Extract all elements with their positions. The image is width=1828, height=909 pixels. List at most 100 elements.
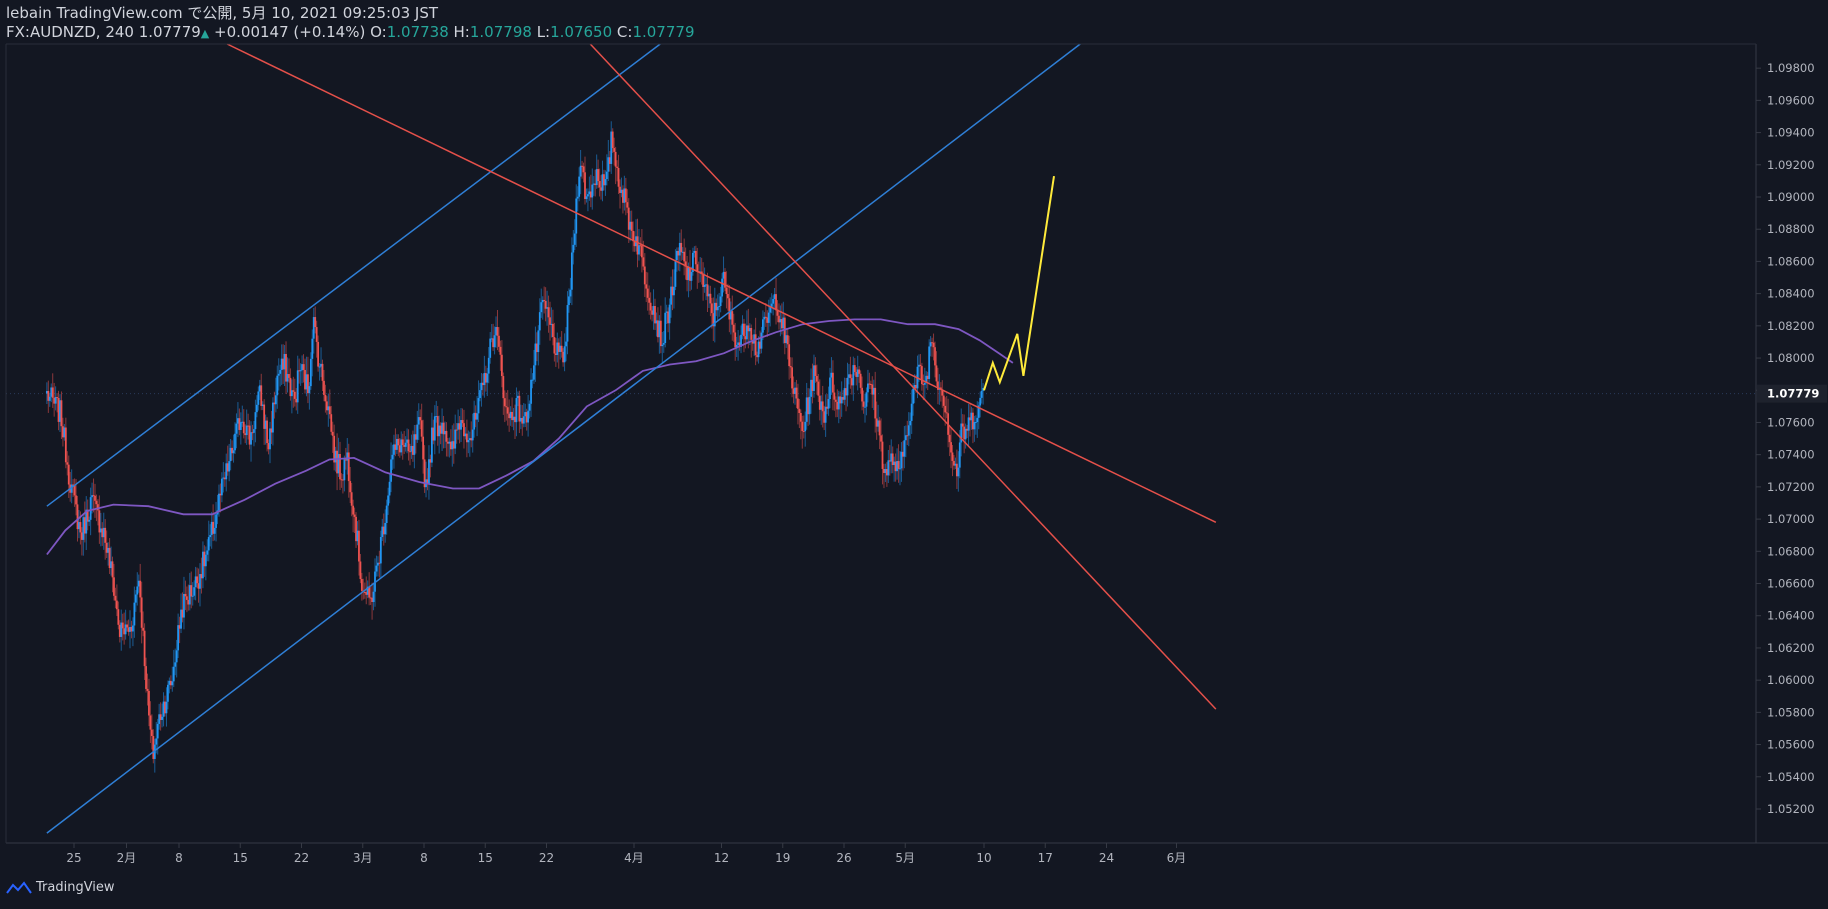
candle-body bbox=[193, 587, 196, 596]
channel-line-blue[interactable] bbox=[46, 43, 661, 507]
candle-body bbox=[743, 323, 745, 337]
candle-body bbox=[980, 390, 983, 398]
channel-line-red[interactable] bbox=[226, 43, 1217, 523]
channel-line-blue[interactable] bbox=[46, 43, 1081, 834]
candle-body bbox=[48, 396, 51, 401]
candle-body bbox=[296, 370, 299, 403]
candle-body bbox=[148, 690, 150, 716]
candle-body bbox=[547, 307, 550, 318]
candle-body bbox=[324, 394, 327, 402]
candle-body bbox=[614, 151, 617, 167]
x-tick-label: 15 bbox=[478, 851, 493, 865]
candle-body bbox=[156, 723, 159, 739]
candle-body bbox=[950, 442, 952, 453]
candle-body bbox=[343, 459, 346, 481]
candle-body bbox=[538, 312, 541, 331]
candle-body bbox=[97, 504, 99, 511]
candle-body bbox=[598, 181, 601, 188]
candle-body bbox=[527, 410, 530, 423]
chart-header: lebain TradingView.com で公開, 5月 10, 2021 … bbox=[6, 4, 694, 43]
y-tick-label: 1.08600 bbox=[1767, 254, 1815, 268]
candle-body bbox=[649, 302, 652, 311]
candle-body bbox=[317, 341, 320, 367]
y-tick-label: 1.08200 bbox=[1767, 319, 1815, 333]
candle-body bbox=[570, 252, 573, 290]
candle-body bbox=[66, 462, 69, 465]
candle-body bbox=[694, 250, 697, 265]
candle-body bbox=[88, 519, 91, 522]
y-tick-label: 1.07400 bbox=[1767, 448, 1815, 462]
candle-body bbox=[60, 400, 63, 427]
candle-body bbox=[725, 287, 728, 295]
candle-body bbox=[804, 421, 807, 432]
candle-body bbox=[215, 514, 217, 528]
candle-body bbox=[553, 337, 556, 354]
candle-body bbox=[204, 554, 207, 567]
y-tick-label: 1.05800 bbox=[1767, 705, 1815, 719]
candle-body bbox=[668, 304, 671, 324]
candle-body bbox=[161, 716, 163, 720]
candle-body bbox=[228, 461, 231, 472]
candle-body bbox=[250, 432, 252, 445]
candle-body bbox=[330, 414, 333, 432]
candle-body bbox=[94, 495, 96, 501]
projection-path[interactable] bbox=[983, 175, 1055, 391]
candle-body bbox=[288, 374, 290, 378]
y-tick-label: 1.05400 bbox=[1767, 770, 1815, 784]
candle-body bbox=[358, 530, 360, 562]
candle-body bbox=[390, 459, 392, 482]
candle-body bbox=[973, 422, 976, 430]
y-tick-label: 1.08800 bbox=[1767, 222, 1815, 236]
axes-layer: 1.05200 1.05400 1.05600 1.05800 1.06000 1.062… bbox=[5, 43, 1828, 865]
x-tick-label: 15 bbox=[233, 851, 248, 865]
price-chart[interactable]: 1.05200 1.05400 1.05600 1.05800 1.06000 1.062… bbox=[0, 0, 1828, 909]
candle-body bbox=[919, 364, 922, 367]
last-price: 1.07779 bbox=[138, 23, 201, 41]
y-tick-label: 1.09600 bbox=[1767, 93, 1815, 107]
candle-body bbox=[815, 375, 818, 382]
candle-body bbox=[530, 379, 532, 404]
candle-body bbox=[680, 242, 683, 253]
candle-body bbox=[115, 600, 118, 610]
candle-body bbox=[957, 467, 960, 477]
y-tick-label: 1.09200 bbox=[1767, 158, 1815, 172]
candle-body bbox=[597, 169, 600, 182]
y-tick-label: 1.05200 bbox=[1767, 802, 1815, 816]
candle-body bbox=[716, 306, 719, 311]
candle-body bbox=[207, 537, 210, 551]
candle-body bbox=[489, 338, 492, 358]
candle-body bbox=[499, 346, 502, 355]
candle-body bbox=[314, 317, 317, 328]
candle-body bbox=[387, 495, 390, 506]
candle-body bbox=[673, 286, 675, 296]
candle-body bbox=[493, 335, 496, 348]
candle-body bbox=[89, 497, 92, 520]
candle-body bbox=[750, 328, 753, 340]
candle-body bbox=[311, 338, 314, 359]
candle-body bbox=[659, 320, 662, 347]
candle-body bbox=[817, 381, 820, 396]
candle-body bbox=[638, 245, 640, 255]
candle-body bbox=[487, 357, 490, 374]
channel-line-red[interactable] bbox=[589, 43, 1217, 710]
candle-body bbox=[134, 594, 137, 603]
candle-body bbox=[942, 395, 945, 406]
candle-body bbox=[798, 408, 801, 414]
candle-body bbox=[503, 398, 506, 407]
y-tick-label: 1.08000 bbox=[1767, 351, 1815, 365]
candle-body bbox=[323, 380, 325, 395]
candle-body bbox=[500, 354, 503, 377]
footer-brand[interactable]: TradingView bbox=[6, 880, 115, 895]
x-tick-label: 26 bbox=[836, 851, 851, 865]
candle-body bbox=[117, 609, 120, 625]
candle-body bbox=[206, 550, 209, 555]
candle-body bbox=[486, 373, 489, 383]
candle-body bbox=[584, 172, 586, 199]
candle-body bbox=[476, 413, 478, 420]
candle-body bbox=[292, 390, 295, 392]
candle-body bbox=[126, 624, 128, 628]
candle-body bbox=[961, 423, 964, 427]
x-tick-label: 19 bbox=[775, 851, 790, 865]
candle-body bbox=[385, 505, 388, 524]
candle-body bbox=[979, 397, 982, 406]
